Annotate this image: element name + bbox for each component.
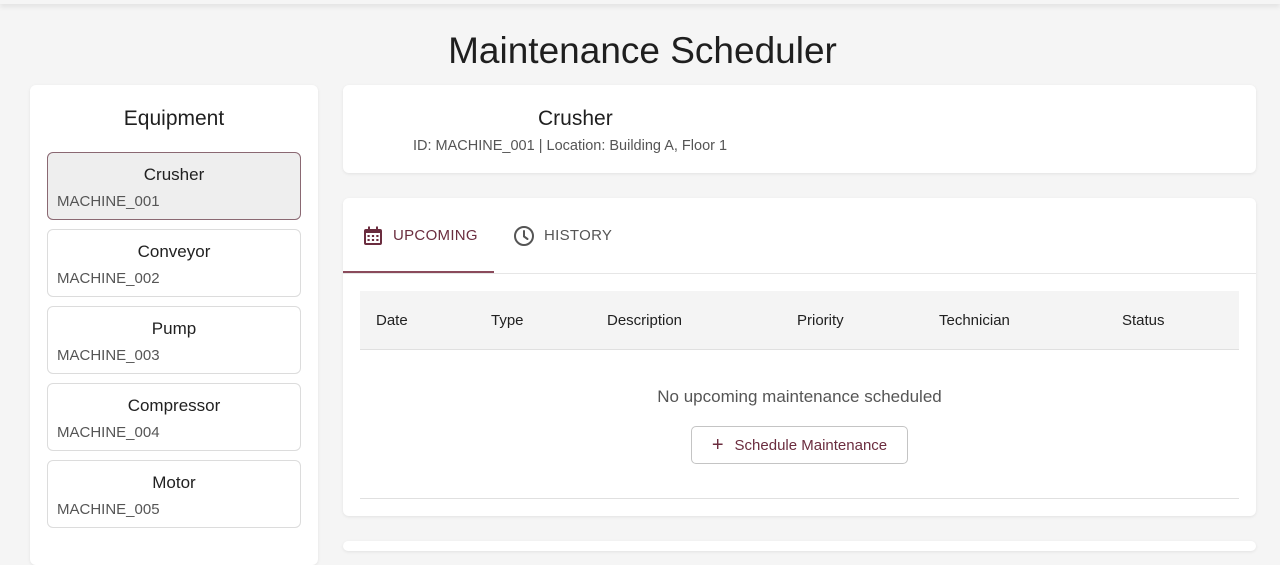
equipment-name: Pump [151, 319, 197, 338]
equipment-id: MACHINE_005 [57, 501, 160, 518]
equipment-item-crusher[interactable]: Crusher MACHINE_001 [47, 152, 301, 220]
sidebar-title: Equipment [123, 107, 225, 130]
equipment-item-pump[interactable]: Pump MACHINE_003 [47, 306, 301, 374]
equipment-id: MACHINE_003 [57, 347, 160, 364]
equipment-item-compressor[interactable]: Compressor MACHINE_004 [47, 383, 301, 451]
equipment-name: Compressor [127, 396, 221, 415]
column-header-description: Description [607, 312, 683, 329]
equipment-id: MACHINE_004 [57, 424, 160, 441]
equipment-name: Crusher [143, 165, 205, 184]
tab-history[interactable]: HISTORY [513, 198, 612, 273]
machine-meta: ID: MACHINE_001 | Location: Building A, … [413, 138, 728, 154]
machine-info-card: Crusher ID: MACHINE_001 | Location: Buil… [343, 85, 1256, 173]
maintenance-panel: UPCOMING HISTORY Date Type Description P… [343, 198, 1256, 516]
column-header-date: Date [376, 312, 408, 329]
equipment-item-conveyor[interactable]: Conveyor MACHINE_002 [47, 229, 301, 297]
tab-upcoming[interactable]: UPCOMING [362, 198, 478, 273]
equipment-name: Motor [152, 473, 196, 492]
machine-name: Crusher [538, 107, 613, 130]
clock-icon [514, 225, 534, 246]
table-bottom-divider [360, 498, 1239, 499]
schedule-maintenance-button[interactable]: + Schedule Maintenance [691, 426, 908, 464]
equipment-id: MACHINE_001 [57, 193, 160, 210]
plus-icon: + [711, 434, 724, 456]
tabs-divider [343, 273, 1256, 274]
equipment-item-motor[interactable]: Motor MACHINE_005 [47, 460, 301, 528]
equipment-name: Conveyor [137, 242, 211, 261]
table-header: Date Type Description Priority Technicia… [360, 291, 1239, 350]
top-app-bar [0, 0, 1280, 4]
equipment-id: MACHINE_002 [57, 270, 160, 287]
calendar-icon [364, 226, 382, 245]
column-header-status: Status [1122, 312, 1165, 329]
column-header-type: Type [491, 312, 524, 329]
schedule-maintenance-label: Schedule Maintenance [734, 436, 888, 454]
empty-state-message: No upcoming maintenance scheduled [657, 387, 942, 406]
column-header-technician: Technician [939, 312, 1010, 329]
page-title: Maintenance Scheduler [448, 30, 837, 71]
tab-history-label: HISTORY [544, 227, 613, 244]
next-card [343, 541, 1256, 551]
tab-upcoming-label: UPCOMING [393, 227, 478, 244]
column-header-priority: Priority [797, 312, 844, 329]
